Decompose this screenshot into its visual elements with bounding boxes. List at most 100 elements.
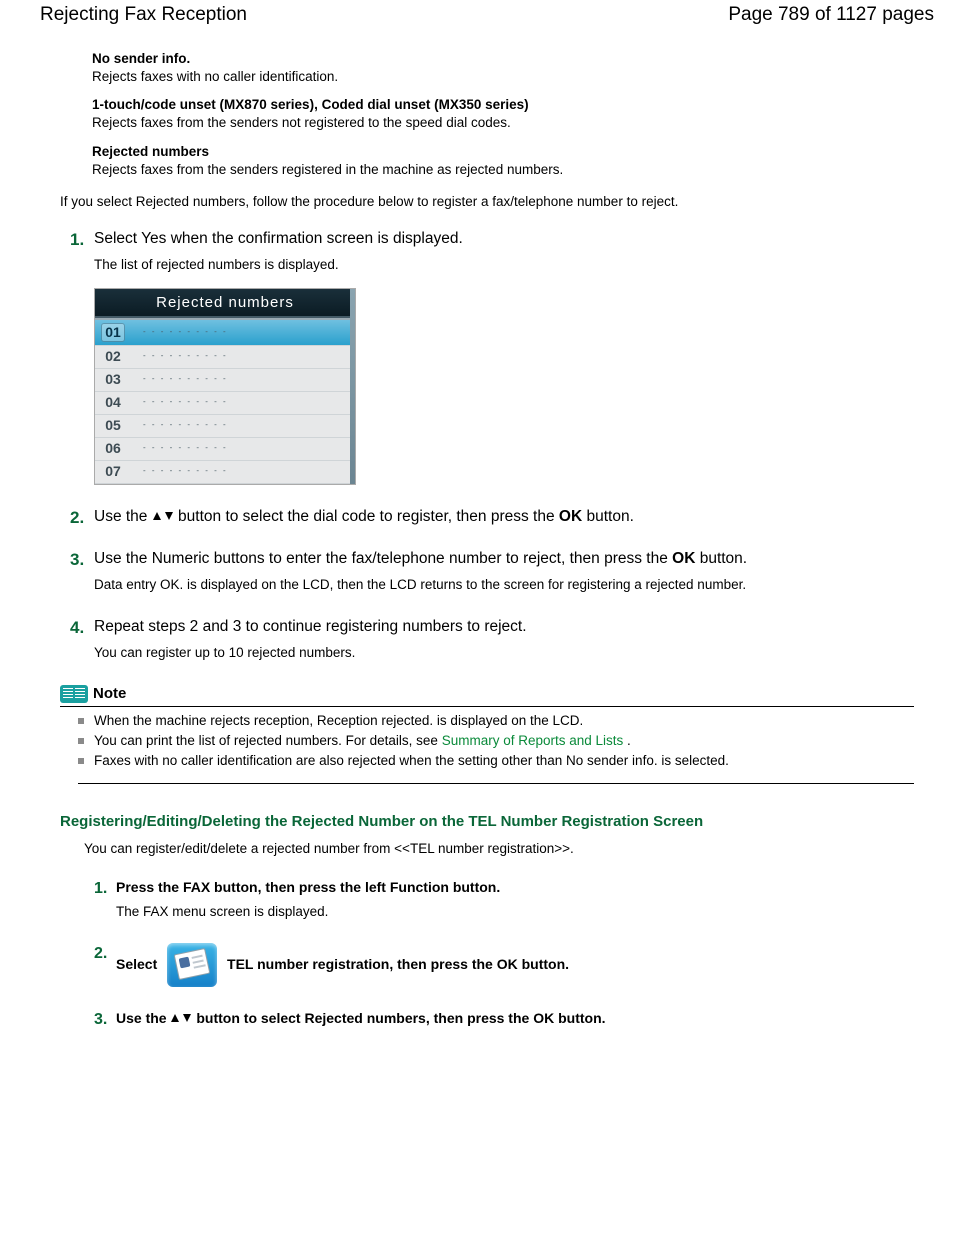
subsection-title: Registering/Editing/Deleting the Rejecte… <box>60 812 934 832</box>
lcd-row-placeholder: - - - - - - - - - - <box>143 351 228 362</box>
ok-label: OK <box>497 956 518 972</box>
ok-label: OK <box>533 1010 554 1026</box>
option-title: No sender info. <box>92 50 934 68</box>
lcd-row: 03 - - - - - - - - - - <box>95 369 355 392</box>
step-text-pre: Use the <box>116 1010 170 1026</box>
step-title: Use the button to select Rejected number… <box>116 1010 606 1026</box>
document-page: Rejecting Fax Reception Page 789 of 1127… <box>0 0 954 1090</box>
step-number: 1. <box>94 878 107 900</box>
lcd-row: 07 - - - - - - - - - - <box>95 461 355 484</box>
lcd-scrollbar <box>350 289 355 483</box>
step-title: Select Yes when the confirmation screen … <box>94 229 934 250</box>
page-header: Rejecting Fax Reception Page 789 of 1127… <box>40 2 934 28</box>
step-number: 2. <box>70 507 84 530</box>
note-list: When the machine rejects reception, Rece… <box>78 712 914 784</box>
summary-of-reports-link[interactable]: Summary of Reports and Lists <box>442 733 624 748</box>
step-title: Select TEL number registration, then pre… <box>116 956 569 972</box>
lcd-row: 06 - - - - - - - - - - <box>95 438 355 461</box>
step-2: 2. Use the button to select the dial cod… <box>70 507 934 528</box>
step-subtext: Data entry OK. is displayed on the LCD, … <box>94 576 934 594</box>
option-title: 1-touch/code unset (MX870 series), Coded… <box>92 96 934 114</box>
note-header: Note <box>60 684 914 707</box>
step-text-post: button. <box>700 550 747 567</box>
option-code-unset: 1-touch/code unset (MX870 series), Coded… <box>92 96 934 132</box>
step-number: 3. <box>70 549 84 572</box>
lcd-title: Rejected numbers <box>95 289 355 317</box>
step-text-pre: Use the Numeric buttons to enter the fax… <box>94 550 672 567</box>
step-number: 2. <box>94 943 107 965</box>
lcd-row: 02 - - - - - - - - - - <box>95 346 355 369</box>
step-1: 1. Select Yes when the confirmation scre… <box>70 229 934 484</box>
step-subtext: You can register up to 10 rejected numbe… <box>94 644 934 662</box>
lcd-row: 05 - - - - - - - - - - <box>95 415 355 438</box>
lcd-row-placeholder: - - - - - - - - - - <box>143 327 228 338</box>
sub-step-3: 3. Use the button to select Rejected num… <box>94 1009 934 1028</box>
step-text-post: button. <box>586 508 633 525</box>
lcd-row-placeholder: - - - - - - - - - - <box>143 374 228 385</box>
step-text-pre: Use the <box>94 508 152 525</box>
page-indicator: Page 789 of 1127 pages <box>728 2 934 28</box>
note-item: Faxes with no caller identification are … <box>78 752 914 770</box>
lcd-row-placeholder: - - - - - - - - - - <box>143 420 228 431</box>
fax-button-label: FAX <box>183 879 210 895</box>
option-desc: Rejects faxes from the senders not regis… <box>92 114 934 132</box>
lcd-row-index: 04 <box>101 393 125 412</box>
note-item: You can print the list of rejected numbe… <box>78 732 914 750</box>
lcd-row-placeholder: - - - - - - - - - - <box>143 466 228 477</box>
lcd-screenshot: Rejected numbers 01 - - - - - - - - - - … <box>94 288 356 484</box>
option-title: Rejected numbers <box>92 143 934 161</box>
up-down-arrow-icon <box>152 508 178 525</box>
step-subtext: The list of rejected numbers is displaye… <box>94 256 934 274</box>
step-title: Use the Numeric buttons to enter the fax… <box>94 549 934 570</box>
step-title: Press the FAX button, then press the lef… <box>116 879 500 895</box>
step-3: 3. Use the Numeric buttons to enter the … <box>70 549 934 594</box>
lcd-rows: 01 - - - - - - - - - - 02 - - - - - - - … <box>95 318 355 484</box>
note-box: Note When the machine rejects reception,… <box>60 684 914 784</box>
lcd-row-placeholder: - - - - - - - - - - <box>143 397 228 408</box>
ok-label: OK <box>672 550 695 567</box>
step-title: Use the button to select the dial code t… <box>94 507 934 528</box>
step-text-post: button. <box>554 1010 605 1026</box>
option-no-sender: No sender info. Rejects faxes with no ca… <box>92 50 934 86</box>
ok-label: OK <box>559 508 582 525</box>
step-number: 1. <box>70 229 84 252</box>
sub-step-2: 2. Select TEL number registration, then … <box>94 943 934 987</box>
intro-text: If you select Rejected numbers, follow t… <box>60 193 934 211</box>
lcd-row-index: 05 <box>101 416 125 435</box>
option-rejected-numbers: Rejected numbers Rejects faxes from the … <box>92 143 934 179</box>
step-text-post: button, then press the left Function but… <box>210 879 500 895</box>
note-text: . <box>627 733 631 748</box>
step-number: 4. <box>70 617 84 640</box>
subsection-intro: You can register/edit/delete a rejected … <box>84 840 934 858</box>
step-subtext: The FAX menu screen is displayed. <box>116 903 934 921</box>
step-text-pre: Press the <box>116 879 183 895</box>
option-desc: Rejects faxes with no caller identificat… <box>92 68 934 86</box>
main-steps-list: 1. Select Yes when the confirmation scre… <box>70 229 934 662</box>
note-book-icon <box>60 685 88 703</box>
sub-step-1: 1. Press the FAX button, then press the … <box>94 878 934 921</box>
note-text: You can print the list of rejected numbe… <box>94 733 442 748</box>
lcd-row-index: 06 <box>101 439 125 458</box>
step-4: 4. Repeat steps 2 and 3 to continue regi… <box>70 617 934 662</box>
lcd-row-index: 01 <box>101 323 125 342</box>
note-label: Note <box>93 684 126 704</box>
tel-registration-app-icon <box>167 943 217 987</box>
up-down-arrow-icon <box>170 1010 196 1026</box>
step-text-post: button. <box>518 956 569 972</box>
step-text-mid: button to select the dial code to regist… <box>178 508 559 525</box>
lcd-row-index: 07 <box>101 462 125 481</box>
lcd-row: 04 - - - - - - - - - - <box>95 392 355 415</box>
option-desc: Rejects faxes from the senders registere… <box>92 161 934 179</box>
step-title: Repeat steps 2 and 3 to continue registe… <box>94 617 934 638</box>
lcd-row-placeholder: - - - - - - - - - - <box>143 443 228 454</box>
step-text-mid: TEL number registration, then press the <box>227 956 497 972</box>
step-number: 3. <box>94 1009 107 1031</box>
lcd-row: 01 - - - - - - - - - - <box>95 320 355 346</box>
page-title: Rejecting Fax Reception <box>40 2 247 28</box>
lcd-row-index: 02 <box>101 347 125 366</box>
subsection-steps-list: 1. Press the FAX button, then press the … <box>94 878 934 1028</box>
step-text-mid: button to select Rejected numbers, then … <box>196 1010 533 1026</box>
lcd-row-index: 03 <box>101 370 125 389</box>
note-item: When the machine rejects reception, Rece… <box>78 712 914 730</box>
step-text-pre: Select <box>116 956 161 972</box>
